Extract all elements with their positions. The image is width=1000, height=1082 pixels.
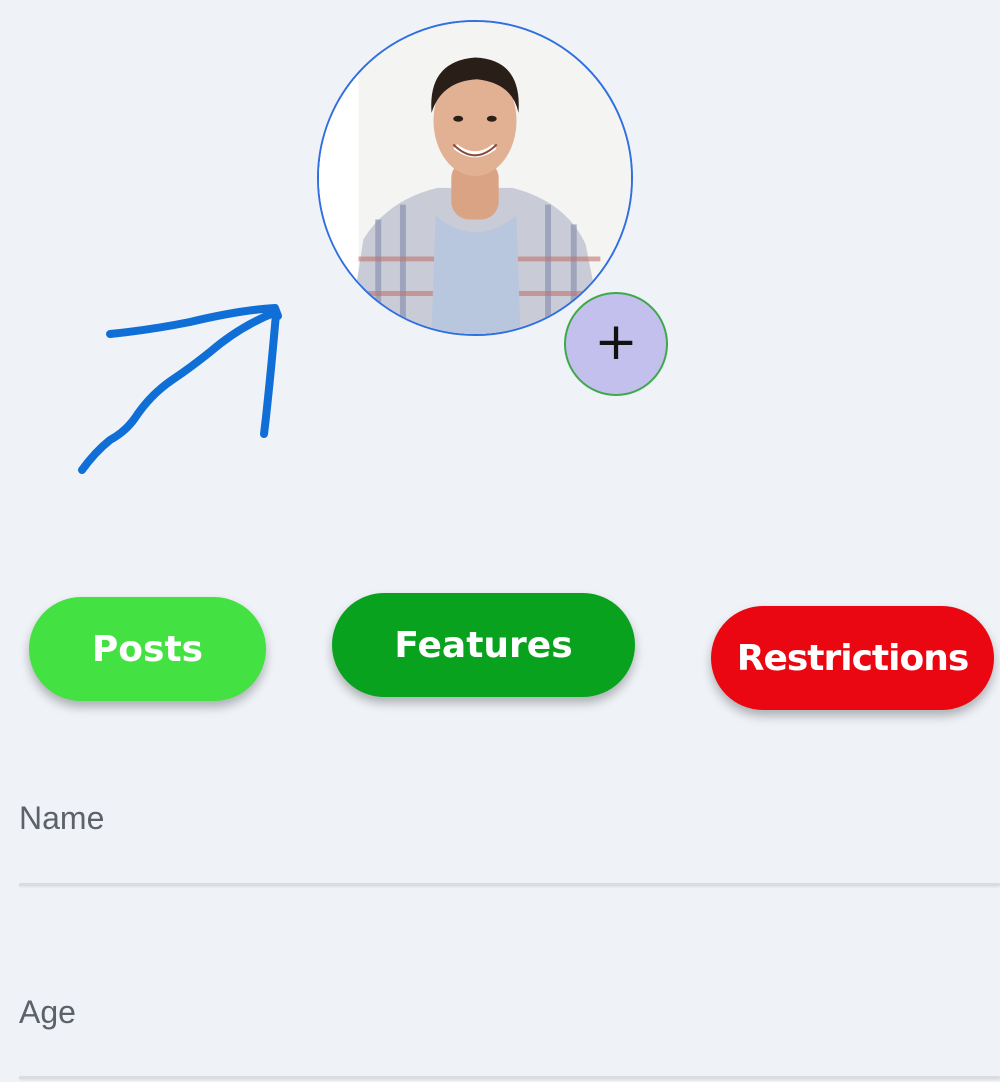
tab-restrictions[interactable]: Restrictions <box>711 606 994 710</box>
profile-screen: + Posts Features Restrictions Name Age <box>0 0 1000 1082</box>
tab-features[interactable]: Features <box>332 593 635 697</box>
profile-photo <box>319 22 631 334</box>
tab-posts-label: Posts <box>91 628 204 670</box>
tab-restrictions-label: Restrictions <box>736 637 970 679</box>
avatar[interactable] <box>317 20 633 336</box>
tab-posts[interactable]: Posts <box>29 597 266 701</box>
name-field-underline <box>19 883 1000 886</box>
age-field-underline <box>19 1076 1000 1079</box>
age-field[interactable] <box>19 1016 1000 1076</box>
tab-features-label: Features <box>394 624 573 666</box>
plus-icon: + <box>594 312 638 372</box>
add-photo-button[interactable]: + <box>564 292 668 396</box>
name-field[interactable] <box>19 824 1000 884</box>
